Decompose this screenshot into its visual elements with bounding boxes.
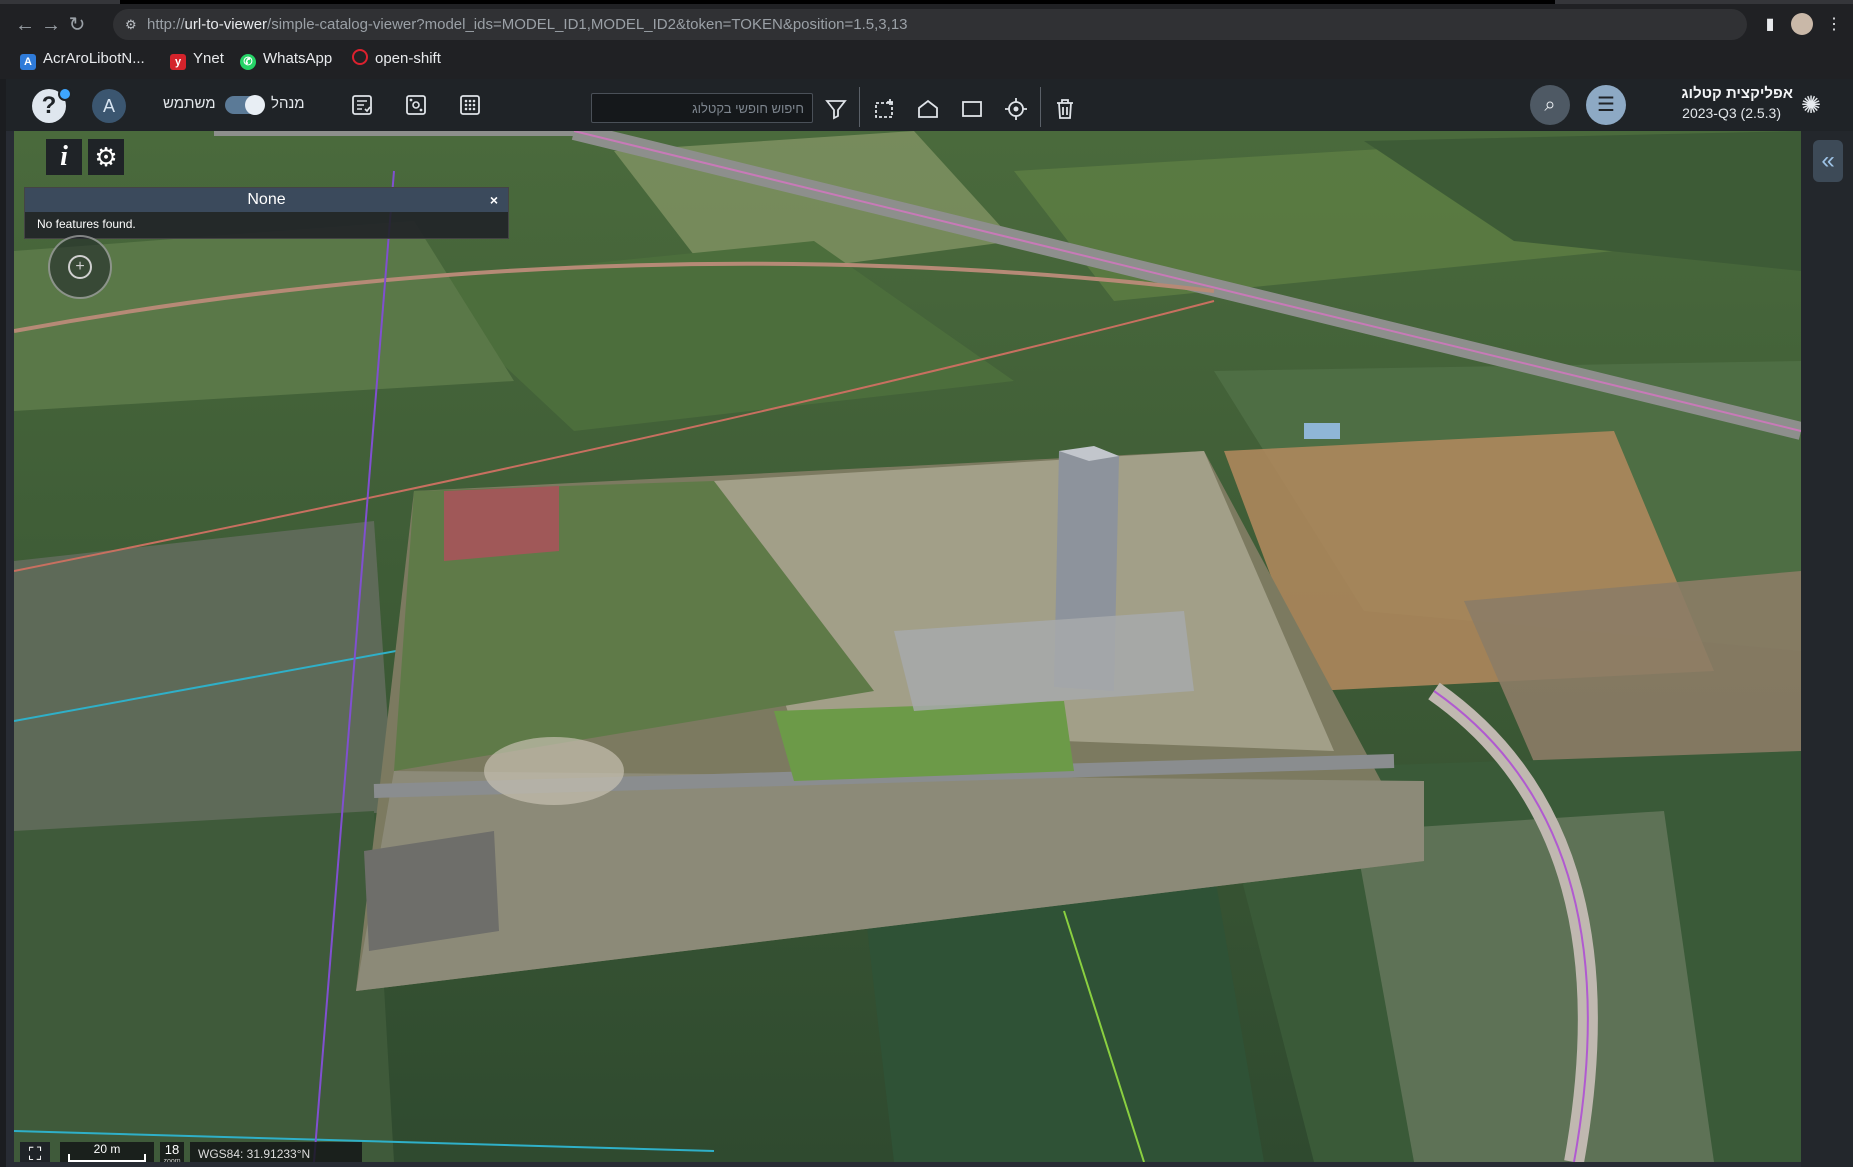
close-icon[interactable]: × bbox=[490, 188, 498, 212]
catalog-search-input[interactable]: חיפוש חופשי בקטלוג bbox=[591, 93, 813, 123]
info-icon[interactable]: i bbox=[46, 139, 82, 175]
map-viewer[interactable]: i ⚙ None × No features found. + ⛶ 20 m 1… bbox=[14, 131, 1801, 1162]
catalog-panel-icon[interactable]: ☰ bbox=[1586, 85, 1626, 125]
role-admin-label: מנהל bbox=[271, 95, 305, 112]
trash-icon[interactable] bbox=[1053, 97, 1077, 121]
whatsapp-icon: ✆ bbox=[240, 54, 256, 70]
filter-icon[interactable] bbox=[824, 97, 848, 121]
site-info-icon[interactable]: ⚙ bbox=[125, 9, 141, 40]
url-text: http://url-to-viewer/simple-catalog-view… bbox=[147, 9, 908, 40]
back-icon[interactable]: ← bbox=[14, 14, 36, 36]
app-title: אפליקצית קטלוג bbox=[1681, 85, 1793, 102]
toolbar-divider bbox=[1040, 87, 1041, 127]
app-version: 2023-Q3 (2.5.3) bbox=[1682, 105, 1781, 121]
role-user-label: משתמש bbox=[163, 95, 216, 112]
browser-chrome: ← → ↻ ⚙ http://url-to-viewer/simple-cata… bbox=[0, 0, 1853, 79]
app-logo-icon: ✺ bbox=[1800, 92, 1822, 119]
popup-title: None bbox=[247, 191, 286, 208]
bookmark-item[interactable]: ✆ WhatsApp bbox=[240, 48, 332, 70]
url-host: url-to-viewer bbox=[184, 16, 268, 33]
draw-box-icon[interactable] bbox=[872, 97, 896, 121]
popup-header: None × bbox=[25, 188, 508, 212]
zoom-indicator: 18 zoom bbox=[160, 1142, 184, 1162]
zoom-caption: zoom bbox=[163, 1158, 181, 1162]
azure-icon: A bbox=[20, 54, 36, 70]
polygon-icon[interactable] bbox=[916, 97, 940, 121]
tab-strip bbox=[0, 0, 1853, 4]
feature-info-popup: None × No features found. bbox=[24, 187, 509, 239]
role-toggle[interactable] bbox=[225, 95, 265, 115]
url-path: /simple-catalog-viewer?model_ids=MODEL_I… bbox=[267, 16, 908, 33]
bookmark-item[interactable]: y Ynet bbox=[170, 48, 224, 70]
bookmark-item[interactable]: A AcrAroLibotN... bbox=[20, 48, 145, 70]
rectangle-icon[interactable] bbox=[960, 97, 984, 121]
reload-icon[interactable]: ↻ bbox=[66, 14, 88, 36]
fullscreen-icon[interactable]: ⛶ bbox=[20, 1142, 50, 1162]
settings-gear-icon[interactable]: ⚙ bbox=[88, 139, 124, 175]
bookmark-label: Ynet bbox=[193, 50, 224, 67]
bookmark-label: WhatsApp bbox=[263, 50, 333, 67]
catalog-app: ? A משתמש מנהל חיפוש חופשי בקטלוג ⌕ ☰ אפ… bbox=[6, 79, 1853, 1167]
toolbar-divider bbox=[859, 87, 860, 127]
profile-avatar[interactable] bbox=[1791, 13, 1813, 35]
zoom-value: 18 bbox=[164, 1142, 180, 1157]
user-avatar[interactable]: A bbox=[92, 89, 126, 123]
ynet-icon: y bbox=[170, 54, 186, 70]
bookmark-label: open-shift bbox=[375, 50, 441, 67]
active-tab[interactable] bbox=[120, 0, 1555, 4]
address-bar[interactable]: ⚙ http://url-to-viewer/simple-catalog-vi… bbox=[113, 9, 1747, 40]
bookmark-label: AcrAroLibotN... bbox=[43, 50, 145, 67]
coordinates-readout: WGS84: 31.91233°N 34.81780°E bbox=[190, 1142, 362, 1162]
grid-apps-icon[interactable] bbox=[458, 93, 482, 117]
bookmark-item[interactable]: open-shift bbox=[352, 48, 441, 70]
expand-panel-icon[interactable]: « bbox=[1813, 140, 1843, 182]
map-label-chip bbox=[1304, 423, 1340, 439]
menu-kebab-icon[interactable]: ⋮ bbox=[1824, 15, 1844, 35]
side-panel: « bbox=[1801, 131, 1853, 1167]
catalog-list-icon[interactable] bbox=[350, 93, 374, 117]
popup-message: No features found. bbox=[37, 217, 136, 231]
scale-bar: 20 m bbox=[60, 1142, 154, 1162]
search-results-icon[interactable]: ⌕ bbox=[1530, 85, 1570, 125]
point-target-icon[interactable] bbox=[1004, 97, 1028, 121]
notification-dot bbox=[58, 87, 72, 101]
layers-settings-icon[interactable] bbox=[404, 93, 428, 117]
navigation-compass[interactable]: + bbox=[48, 235, 112, 299]
forward-icon[interactable]: → bbox=[40, 14, 62, 36]
toggle-knob bbox=[245, 95, 265, 115]
url-prefix: http:// bbox=[147, 16, 185, 33]
app-toolbar: ? A משתמש מנהל חיפוש חופשי בקטלוג ⌕ ☰ אפ… bbox=[6, 79, 1853, 131]
scale-line bbox=[68, 1154, 146, 1162]
crosshair-icon: + bbox=[68, 255, 92, 279]
side-panel-icon[interactable]: ▮ bbox=[1760, 15, 1780, 35]
terrain-imagery[interactable] bbox=[14, 131, 1801, 1162]
bookmarks-bar: A AcrAroLibotN... y Ynet ✆ WhatsApp open-sh… bbox=[0, 44, 1853, 74]
openshift-icon bbox=[352, 49, 368, 65]
